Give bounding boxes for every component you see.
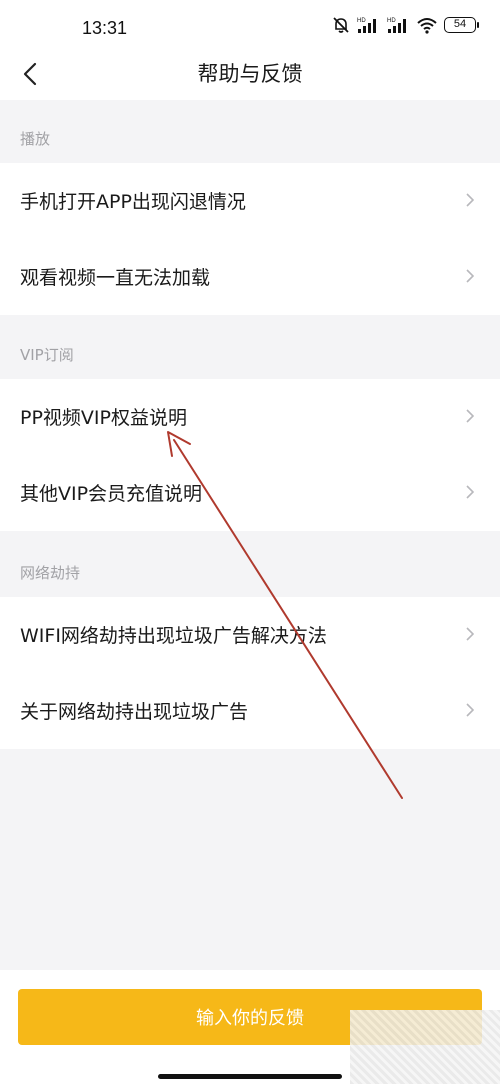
navigation-bar: 帮助与反馈 [0,50,500,100]
status-bar: 13:31 HD HD 54 [0,0,500,50]
section-group-network-hijack: WIFI网络劫持出现垃圾广告解决方法 关于网络劫持出现垃圾广告 [0,597,500,749]
svg-text:HD: HD [387,18,396,24]
list-item-label: 其他VIP会员充值说明 [20,483,203,505]
list-item[interactable]: PP视频VIP权益说明 [0,379,500,455]
section-header-network-hijack: 网络劫持 [20,564,81,582]
chevron-right-icon [466,627,474,641]
status-time: 13:31 [82,18,128,38]
chevron-right-icon [466,269,474,283]
chevron-right-icon [466,409,474,423]
section-header-playback: 播放 [20,130,51,148]
chevron-right-icon [466,703,474,717]
list-item-label: 关于网络劫持出现垃圾广告 [20,701,249,723]
list-item[interactable]: WIFI网络劫持出现垃圾广告解决方法 [0,597,500,673]
battery-icon: 54 [444,17,479,33]
page-title: 帮助与反馈 [197,62,303,86]
watermark-overlay [350,1010,500,1084]
chevron-right-icon [466,485,474,499]
list-item-label: 观看视频一直无法加载 [20,267,211,289]
home-indicator[interactable] [158,1074,342,1079]
wifi-icon [417,18,437,34]
signal-icon: HD [357,18,376,33]
svg-text:HD: HD [357,18,366,24]
chevron-right-icon [466,193,474,207]
section-group-vip: PP视频VIP权益说明 其他VIP会员充值说明 [0,379,500,531]
section-group-playback: 手机打开APP出现闪退情况 观看视频一直无法加载 [0,163,500,315]
status-icons: HD HD 54 [332,16,479,34]
signal-icon: HD [387,18,406,33]
list-item[interactable]: 关于网络劫持出现垃圾广告 [0,673,500,749]
list-item[interactable]: 观看视频一直无法加载 [0,239,500,315]
list-item-label: PP视频VIP权益说明 [20,407,187,429]
section-header-vip: VIP订阅 [20,346,74,364]
list-item-label: 手机打开APP出现闪退情况 [20,191,246,213]
list-item-label: WIFI网络劫持出现垃圾广告解决方法 [20,625,327,647]
list-item[interactable]: 手机打开APP出现闪退情况 [0,163,500,239]
list-item[interactable]: 其他VIP会员充值说明 [0,455,500,531]
bell-off-icon [333,17,349,33]
